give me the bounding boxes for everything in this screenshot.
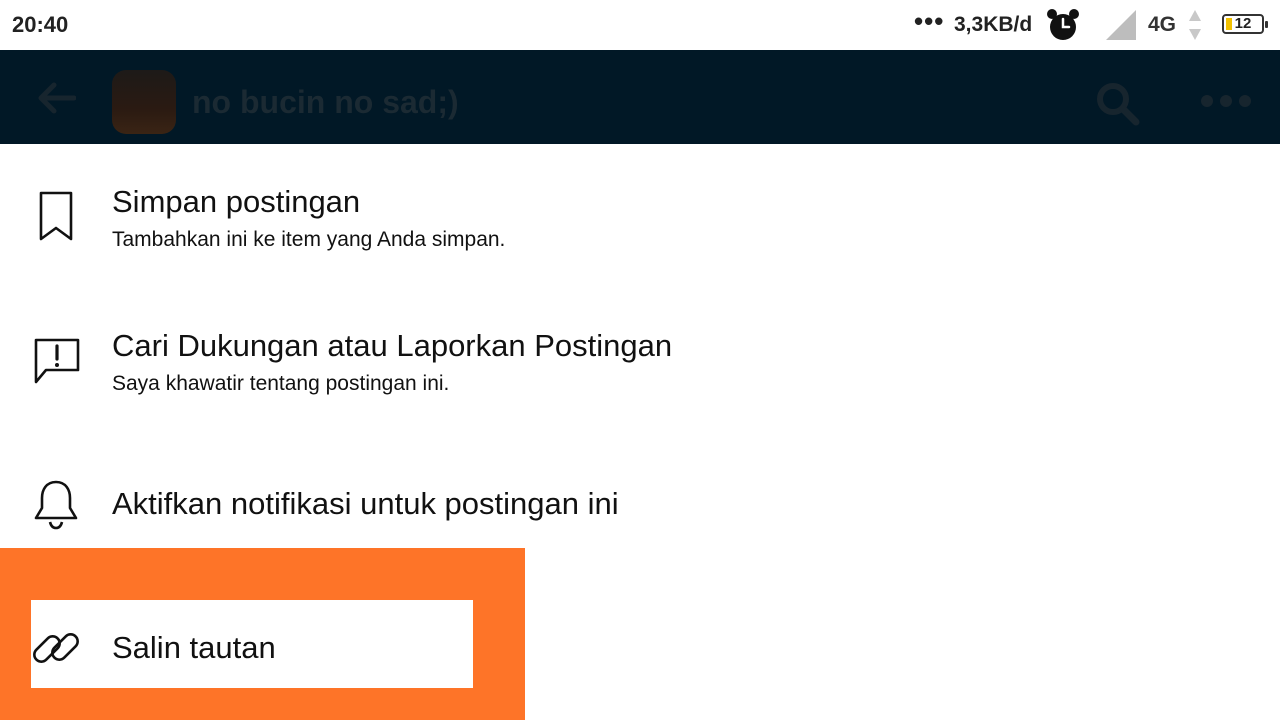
app-header: no bucin no sad;): [0, 50, 1280, 144]
group-title[interactable]: no bucin no sad;): [192, 84, 459, 121]
menu-item-save-post[interactable]: Simpan postingan Tambahkan ini ke item y…: [0, 170, 1280, 280]
data-arrows-icon: [1189, 10, 1201, 40]
status-bar: 20:40 ••• 3,3KB/d 4G 12: [0, 0, 1280, 50]
menu-item-copy-link[interactable]: Salin tautan: [0, 600, 1280, 688]
bookmark-icon: [39, 191, 73, 241]
menu-item-title: Simpan postingan: [112, 184, 361, 219]
alarm-icon: [1047, 9, 1079, 40]
battery-icon: 12: [1222, 14, 1268, 34]
network-speed: 3,3KB/d: [954, 13, 1033, 36]
menu-item-title: Cari Dukungan atau Laporkan Postingan: [112, 328, 673, 363]
more-icon[interactable]: [1200, 94, 1252, 108]
battery-level: 12: [1234, 15, 1252, 32]
report-icon: [34, 338, 80, 384]
menu-item-subtitle: Saya khawatir tentang postingan ini.: [112, 372, 450, 395]
link-icon: [33, 633, 79, 663]
menu-item-title: Salin tautan: [112, 630, 276, 665]
menu-item-report-post[interactable]: Cari Dukungan atau Laporkan Postingan Sa…: [0, 314, 1280, 424]
menu-item-subtitle: Tambahkan ini ke item yang Anda simpan.: [112, 228, 506, 251]
group-avatar[interactable]: [112, 70, 176, 134]
menu-item-notifications[interactable]: Aktifkan notifikasi untuk postingan ini: [0, 468, 1280, 548]
network-type: 4G: [1148, 13, 1177, 36]
bell-icon: [34, 480, 78, 530]
menu-item-title: Aktifkan notifikasi untuk postingan ini: [112, 486, 619, 521]
back-arrow-icon[interactable]: [36, 82, 76, 114]
status-more-dots: •••: [914, 6, 945, 36]
status-time: 20:40: [12, 12, 69, 37]
search-icon[interactable]: [1094, 80, 1140, 126]
signal-icon: [1106, 10, 1136, 40]
